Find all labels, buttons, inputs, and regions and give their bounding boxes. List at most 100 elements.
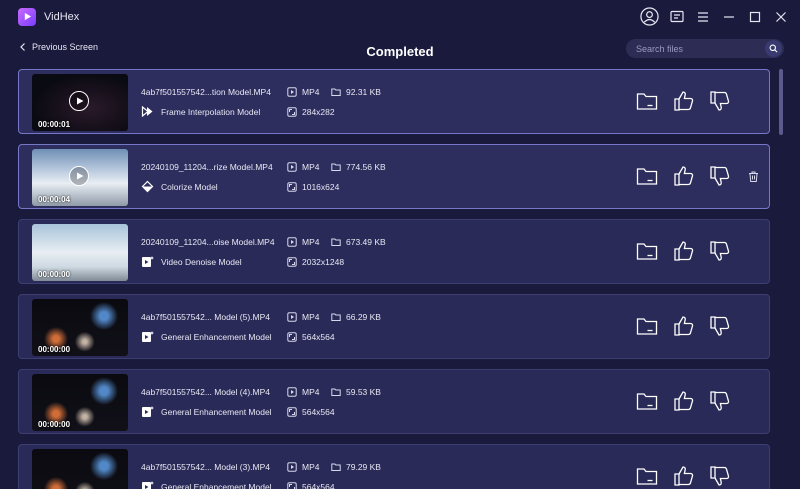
format-icon: [287, 312, 297, 322]
video-resolution: 1016x624: [302, 182, 340, 192]
account-icon[interactable]: [634, 0, 664, 33]
folder-size-icon: [331, 88, 341, 96]
format-icon: [287, 237, 297, 247]
folder-size-icon: [331, 313, 341, 321]
format-icon: [287, 87, 297, 97]
file-size: 92.31 KB: [346, 87, 381, 97]
resolution-info: 2032x1248: [287, 257, 344, 267]
thumbs-up-icon: [674, 466, 694, 486]
dislike-button[interactable]: [707, 313, 733, 339]
feedback-icon[interactable]: [664, 0, 690, 33]
list-item[interactable]: 00:00:00 4ab7f501557542... Model (5).MP4…: [18, 294, 770, 359]
video-thumbnail[interactable]: 00:00:00: [32, 224, 128, 281]
like-button[interactable]: [671, 313, 697, 339]
file-format: MP4: [302, 237, 320, 247]
format-info: MP4: [287, 387, 319, 397]
file-format: MP4: [302, 87, 320, 97]
search-input[interactable]: [626, 43, 765, 54]
open-folder-button[interactable]: [634, 163, 660, 189]
format-info: MP4: [287, 312, 319, 322]
folder-icon: [636, 393, 658, 410]
play-button[interactable]: [69, 91, 89, 111]
format-icon: [287, 387, 297, 397]
play-icon: [77, 172, 84, 180]
list-item[interactable]: 00:00:00 4ab7f501557542... Model (4).MP4…: [18, 369, 770, 434]
list-item[interactable]: 00:00:01 4ab7f501557542...tion Model.MP4…: [18, 69, 770, 134]
file-size: 673.49 KB: [346, 237, 386, 247]
model-info: Frame Interpolation Model: [141, 105, 260, 118]
file-size: 774.56 KB: [346, 162, 386, 172]
open-folder-button[interactable]: [634, 238, 660, 264]
close-icon[interactable]: [768, 0, 794, 33]
model-name: Video Denoise Model: [161, 256, 242, 267]
file-name: 4ab7f501557542...tion Model.MP4: [141, 87, 271, 97]
thumbs-down-icon: [710, 241, 730, 261]
format-info: MP4: [287, 237, 319, 247]
dislike-button[interactable]: [707, 88, 733, 114]
list-item[interactable]: 00:00:00 20240109_11204...oise Model.MP4…: [18, 219, 770, 284]
dislike-button[interactable]: [707, 388, 733, 414]
video-thumbnail[interactable]: 00:00:00: [32, 299, 128, 356]
list-item[interactable]: 00:00:00 4ab7f501557542... Model (3).MP4…: [18, 444, 770, 489]
folder-size-icon: [331, 463, 341, 471]
dislike-button[interactable]: [707, 163, 733, 189]
model-name: Frame Interpolation Model: [161, 106, 261, 117]
file-format: MP4: [302, 462, 320, 472]
open-folder-button[interactable]: [634, 88, 660, 114]
model-name: General Enhancement Model: [161, 331, 272, 342]
thumbs-down-icon: [710, 316, 730, 336]
like-button[interactable]: [671, 388, 697, 414]
like-button[interactable]: [671, 238, 697, 264]
like-button[interactable]: [671, 88, 697, 114]
folder-size-icon: [331, 238, 341, 246]
video-resolution: 564x564: [302, 332, 335, 342]
enhancement-icon: [141, 480, 154, 489]
list-item[interactable]: 00:00:04 20240109_11204...rize Model.MP4…: [18, 144, 770, 209]
play-button[interactable]: [69, 166, 89, 186]
app-logo-icon: [18, 7, 36, 26]
like-button[interactable]: [671, 163, 697, 189]
maximize-icon[interactable]: [742, 0, 768, 33]
title-bar: VidHex: [0, 0, 800, 33]
model-info: General Enhancement Model: [141, 330, 272, 343]
size-info: 673.49 KB: [331, 237, 386, 247]
completed-list: 00:00:01 4ab7f501557542...tion Model.MP4…: [18, 69, 778, 489]
search-button[interactable]: [765, 40, 782, 57]
file-format: MP4: [302, 387, 320, 397]
model-name: General Enhancement Model: [161, 481, 272, 489]
resolution-icon: [287, 407, 297, 417]
thumbs-up-icon: [674, 241, 694, 261]
thumbs-up-icon: [674, 91, 694, 111]
file-size: 66.29 KB: [346, 312, 381, 322]
dislike-button[interactable]: [707, 238, 733, 264]
size-info: 59.53 KB: [331, 387, 381, 397]
resolution-icon: [287, 257, 297, 267]
video-thumbnail[interactable]: 00:00:00: [32, 449, 128, 489]
like-button[interactable]: [671, 463, 697, 489]
enhancement-icon: [141, 330, 154, 343]
video-duration: 00:00:04: [38, 195, 71, 204]
scrollbar-thumb[interactable]: [779, 69, 783, 135]
minimize-icon[interactable]: [716, 0, 742, 33]
open-folder-button[interactable]: [634, 388, 660, 414]
open-folder-button[interactable]: [634, 463, 660, 489]
thumbs-up-icon: [674, 316, 694, 336]
video-resolution: 564x564: [302, 482, 335, 489]
trash-icon: [748, 171, 758, 182]
video-thumbnail[interactable]: 00:00:01: [32, 74, 128, 131]
search-box: [626, 39, 784, 58]
resolution-info: 564x564: [287, 482, 335, 489]
resolution-icon: [287, 107, 297, 117]
size-info: 79.29 KB: [331, 462, 381, 472]
menu-icon[interactable]: [690, 0, 716, 33]
resolution-info: 284x282: [287, 107, 335, 117]
resolution-icon: [287, 482, 297, 489]
video-thumbnail[interactable]: 00:00:00: [32, 374, 128, 431]
format-icon: [287, 162, 297, 172]
model-info: Colorize Model: [141, 180, 218, 193]
delete-button[interactable]: [746, 169, 760, 183]
dislike-button[interactable]: [707, 463, 733, 489]
video-thumbnail[interactable]: 00:00:04: [32, 149, 128, 206]
open-folder-button[interactable]: [634, 313, 660, 339]
size-info: 92.31 KB: [331, 87, 381, 97]
